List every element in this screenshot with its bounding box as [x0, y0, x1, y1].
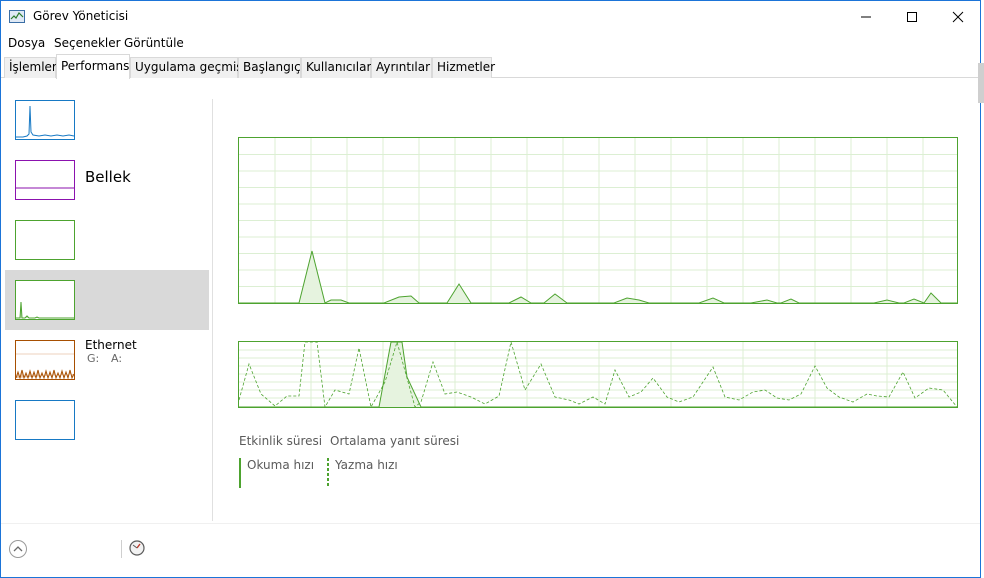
sidebar-item-ethernet[interactable]: Ethernet G: A: [5, 330, 209, 390]
sidebar-ethernet-receive-label: A: [111, 352, 123, 365]
sidebar-ethernet-label: Ethernet [85, 338, 137, 352]
sidebar-item-gpu[interactable] [5, 390, 209, 450]
chevron-up-icon [13, 546, 23, 552]
minimize-icon [861, 16, 871, 18]
write-speed-swatch [327, 458, 329, 488]
tab-baslangic[interactable]: Başlangıç [238, 57, 301, 78]
close-icon [952, 11, 964, 23]
read-speed-swatch [239, 458, 241, 488]
disk-detail-panel: Etkinlik süresi Ortalama yanıt süresi Ok… [214, 81, 980, 523]
legend-read-speed-label: Okuma hızı [247, 458, 315, 472]
tab-ayrintilar[interactable]: Ayrıntılar [371, 57, 432, 78]
collapse-details-button[interactable] [9, 540, 27, 558]
task-manager-icon [9, 10, 25, 23]
maximize-button[interactable] [889, 1, 935, 33]
sidebar-item-disk-1[interactable] [5, 270, 209, 330]
ethernet-thumbnail [15, 340, 75, 380]
sidebar-item-memory[interactable]: Bellek [5, 150, 209, 210]
maximize-icon [907, 12, 917, 22]
menu-dosya[interactable]: Dosya [8, 36, 45, 50]
resource-monitor-icon[interactable] [129, 540, 145, 556]
sidebar-item-cpu[interactable] [5, 90, 209, 150]
status-footer [1, 523, 980, 577]
sidebar-divider [212, 99, 213, 521]
tab-hizmetler[interactable]: Hizmetler [432, 57, 495, 78]
active-time-graph [238, 137, 958, 304]
tab-performans[interactable]: Performans [56, 54, 130, 79]
tab-islemler[interactable]: İşlemler [4, 57, 57, 78]
disk-0-thumbnail [15, 220, 75, 260]
sidebar-item-disk-0[interactable] [5, 210, 209, 270]
memory-thumbnail [15, 160, 75, 200]
menu-bar: Dosya Seçenekler Görüntüle [1, 33, 980, 53]
minimize-button[interactable] [843, 1, 889, 33]
title-bar[interactable]: Görev Yöneticisi [1, 1, 980, 33]
legend-write-speed-label: Yazma hızı [335, 458, 398, 472]
task-manager-window: Görev Yöneticisi Dosya Seçenekler Görünt… [0, 0, 984, 578]
gpu-thumbnail [15, 400, 75, 440]
menu-goruntule[interactable]: Görüntüle [124, 36, 184, 50]
legend-avg-response-label: Ortalama yanıt süresi [330, 434, 460, 448]
footer-separator [121, 540, 122, 558]
cpu-thumbnail [15, 100, 75, 140]
sidebar-memory-label: Bellek [85, 168, 131, 186]
legend-active-time-label: Etkinlik süresi [239, 434, 323, 448]
transfer-rate-graph [238, 341, 958, 408]
menu-secenekler[interactable]: Seçenekler [54, 36, 121, 50]
disk-1-thumbnail [15, 280, 75, 320]
tab-bar: İşlemler Performans Uygulama geçmişi Baş… [1, 53, 980, 79]
window-title: Görev Yöneticisi [33, 9, 129, 23]
performance-sidebar: Bellek Ethernet G: A: [1, 81, 212, 523]
tab-uygulama-gecmisi[interactable]: Uygulama geçmişi [130, 57, 246, 78]
tab-kullanicilar[interactable]: Kullanıcılar [301, 57, 371, 78]
sidebar-ethernet-send-label: G: [87, 352, 100, 365]
close-button[interactable] [935, 1, 981, 33]
